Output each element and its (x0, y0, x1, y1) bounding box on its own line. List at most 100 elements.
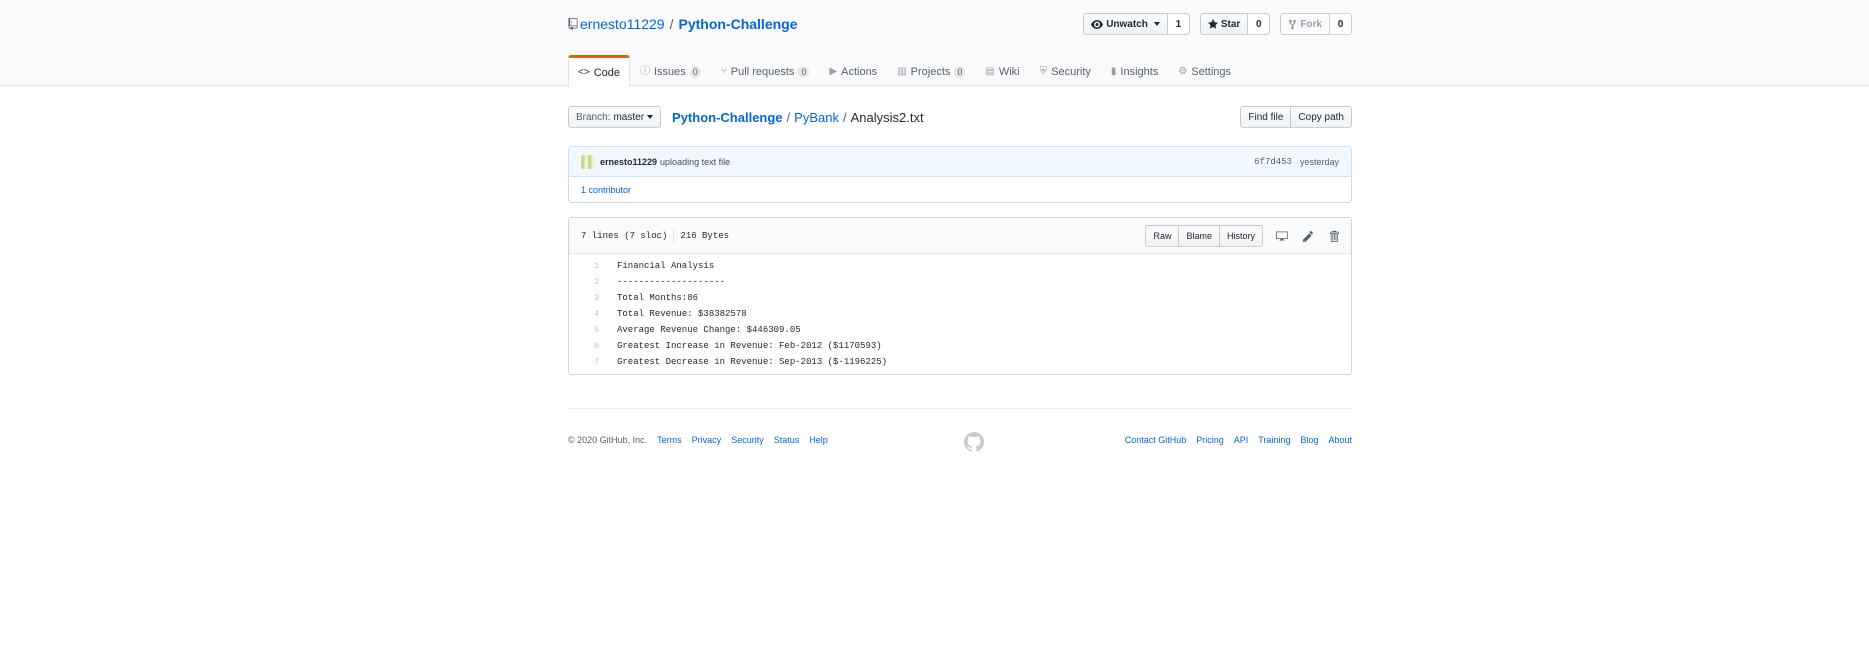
star-label: Star (1220, 18, 1241, 30)
copy-path-button[interactable]: Copy path (1291, 106, 1352, 128)
file-size: 216 Bytes (680, 230, 730, 241)
line-number[interactable]: 1 (569, 262, 607, 271)
breadcrumb-separator: / (842, 109, 847, 125)
repo-title-separator: / (669, 16, 674, 32)
blame-button[interactable]: Blame (1179, 225, 1220, 247)
tab-wiki-label: Wiki (998, 66, 1020, 78)
unwatch-button[interactable]: Unwatch (1083, 13, 1168, 35)
history-button[interactable]: History (1219, 225, 1263, 247)
commit-message-link[interactable]: uploading text file (660, 157, 730, 167)
github-mark-icon[interactable] (964, 432, 984, 452)
line-text: Total Months:86 (617, 293, 699, 303)
raw-button[interactable]: Raw (1145, 225, 1180, 247)
pagehead-actions: Unwatch 1 Star 0 Fork 0 (1083, 13, 1352, 35)
trash-icon[interactable] (1327, 229, 1341, 243)
code-line: 6 Greatest Increase in Revenue: Feb-2012 … (569, 338, 1351, 354)
code-line: 5 Average Revenue Change: $446309.05 (569, 322, 1351, 338)
chevron-down-icon (1153, 22, 1160, 26)
repo-nav: <> Code ⓘ Issues 0 ⑂ Pull requests 0 ▶ A… (568, 55, 1241, 87)
fork-button[interactable]: Fork (1280, 13, 1330, 35)
tab-projects[interactable]: ▥ Projects 0 (887, 55, 975, 86)
footer-link-status[interactable]: Status (774, 435, 800, 445)
footer-link-training[interactable]: Training (1258, 435, 1290, 445)
breadcrumb-folder-link[interactable]: PyBank (794, 110, 839, 125)
forks-count[interactable]: 0 (1330, 13, 1352, 35)
code-line: 7 Greatest Decrease in Revenue: Sep-2013 … (569, 354, 1351, 370)
tab-code[interactable]: <> Code (568, 55, 630, 87)
tab-code-label: Code (593, 66, 620, 79)
unwatch-label: Unwatch (1106, 18, 1148, 30)
project-icon: ▥ (897, 66, 907, 77)
line-text: -------------------- (617, 277, 726, 287)
footer-link-privacy[interactable]: Privacy (692, 435, 722, 445)
file-nav-actions: Find file Copy path (1240, 106, 1352, 128)
tab-actions[interactable]: ▶ Actions (819, 55, 887, 86)
file-actions: Raw Blame History (1145, 225, 1341, 247)
avatar[interactable] (581, 154, 595, 169)
contributors-box: 1 contributor (568, 177, 1352, 203)
contributors-link[interactable]: 1 contributor (581, 185, 631, 195)
repo-icon (568, 18, 578, 30)
footer: © 2020 GitHub, Inc. Terms Privacy Securi… (568, 408, 1352, 468)
footer-link-blog[interactable]: Blog (1300, 435, 1318, 445)
gear-icon: ⚙ (1178, 66, 1188, 77)
breadcrumb: Python-Challenge / PyBank / Analysis2.tx… (672, 110, 924, 125)
file-content: 1 Financial Analysis 2 -------------------… (569, 254, 1351, 374)
footer-link-security[interactable]: Security (731, 435, 764, 445)
device-desktop-icon[interactable] (1275, 229, 1289, 243)
breadcrumb-repo-link[interactable]: Python-Challenge (672, 110, 783, 125)
footer-copyright: © 2020 GitHub, Inc. (568, 435, 648, 445)
line-number[interactable]: 2 (569, 278, 607, 287)
commit-sha-link[interactable]: 6f7d453 (1254, 157, 1292, 167)
footer-link-help[interactable]: Help (809, 435, 828, 445)
footer-link-terms[interactable]: Terms (657, 435, 682, 445)
issue-icon: ⓘ (639, 66, 650, 77)
eye-icon (1091, 19, 1104, 29)
line-number[interactable]: 5 (569, 326, 607, 335)
line-number[interactable]: 7 (569, 358, 607, 367)
issues-counter: 0 (689, 66, 701, 78)
branch-select-button[interactable]: Branch: master (568, 106, 662, 128)
stars-count[interactable]: 0 (1248, 13, 1271, 35)
tab-projects-label: Projects (910, 66, 951, 78)
line-text: Greatest Decrease in Revenue: Sep-2013 (… (617, 357, 888, 367)
tab-issues[interactable]: ⓘ Issues 0 (630, 55, 711, 86)
shield-icon: ⛨ (1039, 66, 1048, 77)
commit-meta: 6f7d453 yesterday (1254, 147, 1339, 176)
star-icon (1207, 19, 1218, 29)
pulls-counter: 0 (798, 66, 810, 78)
find-file-button[interactable]: Find file (1240, 106, 1292, 128)
graph-icon: ▮ (1110, 66, 1117, 77)
branch-prefix: Branch: (576, 111, 611, 123)
pull-request-icon: ⑂ (720, 66, 727, 77)
code-line: 2 -------------------- (569, 274, 1351, 290)
star-group: Star 0 (1199, 13, 1271, 35)
commit-author-link[interactable]: ernesto11229 (600, 157, 657, 167)
line-number[interactable]: 6 (569, 342, 607, 351)
line-number[interactable]: 3 (569, 294, 607, 303)
repo-owner-link[interactable]: ernesto11229 (580, 16, 665, 32)
repo-name-link[interactable]: Python-Challenge (678, 16, 797, 32)
tab-pull-requests[interactable]: ⑂ Pull requests 0 (711, 55, 820, 86)
footer-link-contact[interactable]: Contact GitHub (1125, 435, 1187, 445)
branch-name: master (613, 111, 645, 123)
line-number[interactable]: 4 (569, 310, 607, 319)
star-button[interactable]: Star (1199, 13, 1249, 35)
book-icon: ▤ (985, 66, 995, 77)
watchers-count[interactable]: 1 (1167, 13, 1190, 35)
repo-title: ernesto11229 / Python-Challenge (568, 16, 798, 32)
footer-link-pricing[interactable]: Pricing (1196, 435, 1224, 445)
watch-group: Unwatch 1 (1083, 13, 1190, 35)
tab-security[interactable]: ⛨ Security (1030, 55, 1101, 86)
tab-settings[interactable]: ⚙ Settings (1168, 55, 1241, 86)
fork-group: Fork 0 (1280, 13, 1352, 35)
commit-time: yesterday (1299, 156, 1339, 167)
footer-link-api[interactable]: API (1234, 435, 1249, 445)
file-lines-info: 7 lines (7 sloc) (581, 230, 668, 241)
file-info-divider (673, 228, 675, 243)
tab-insights[interactable]: ▮ Insights (1101, 55, 1168, 86)
pencil-icon[interactable] (1301, 229, 1315, 243)
footer-link-about[interactable]: About (1328, 435, 1352, 445)
breadcrumb-separator: / (786, 109, 791, 125)
tab-wiki[interactable]: ▤ Wiki (975, 55, 1029, 86)
